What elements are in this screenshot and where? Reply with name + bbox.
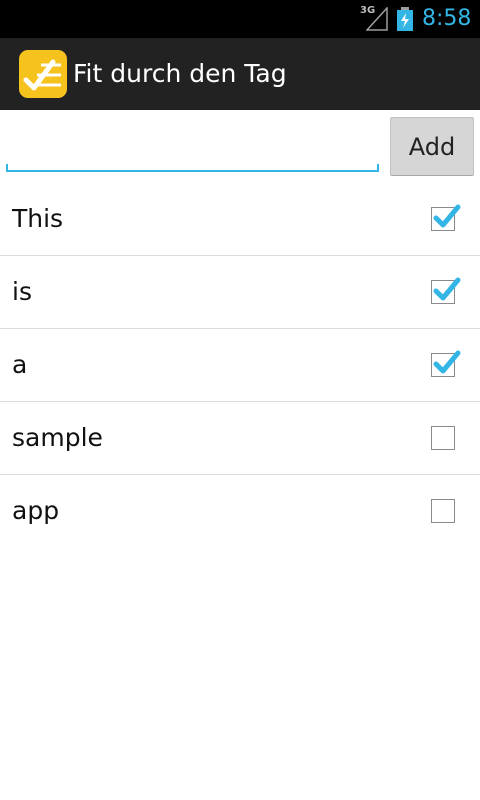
task-row[interactable]: sample [0, 402, 480, 475]
task-row[interactable]: app [0, 475, 480, 547]
action-bar: Fit durch den Tag [0, 38, 480, 110]
app-logo-icon[interactable] [19, 50, 67, 98]
task-row[interactable]: This [0, 183, 480, 256]
checkmark-icon [433, 350, 461, 374]
task-row[interactable]: is [0, 256, 480, 329]
add-button[interactable]: Add [390, 117, 474, 176]
task-list: This is a sample app [0, 183, 480, 547]
task-checkbox[interactable] [431, 426, 457, 452]
task-label: a [12, 350, 28, 379]
battery-charging-icon [397, 7, 413, 31]
input-underline [6, 170, 379, 172]
task-label: is [12, 277, 32, 306]
task-label: app [12, 496, 60, 525]
status-clock: 8:58 [422, 6, 472, 31]
task-label: sample [12, 423, 103, 452]
signal-icon [366, 7, 388, 31]
task-label: This [12, 204, 64, 233]
task-checkbox[interactable] [431, 277, 461, 306]
new-task-input[interactable] [6, 120, 378, 172]
task-checkbox[interactable] [431, 204, 461, 233]
task-row[interactable]: a [0, 329, 480, 402]
new-task-row: Add [0, 110, 480, 182]
checkmark-icon [433, 277, 461, 301]
input-underline-left-tick [6, 164, 8, 172]
app-title: Fit durch den Tag [73, 59, 287, 88]
task-checkbox[interactable] [431, 499, 457, 525]
status-bar: 3G 8:58 [0, 0, 480, 38]
input-underline-right-tick [377, 164, 379, 172]
network-indicator: 3G [360, 5, 390, 31]
app-logo-graphic [23, 59, 61, 91]
task-checkbox[interactable] [431, 350, 461, 379]
checkmark-icon [433, 204, 461, 228]
